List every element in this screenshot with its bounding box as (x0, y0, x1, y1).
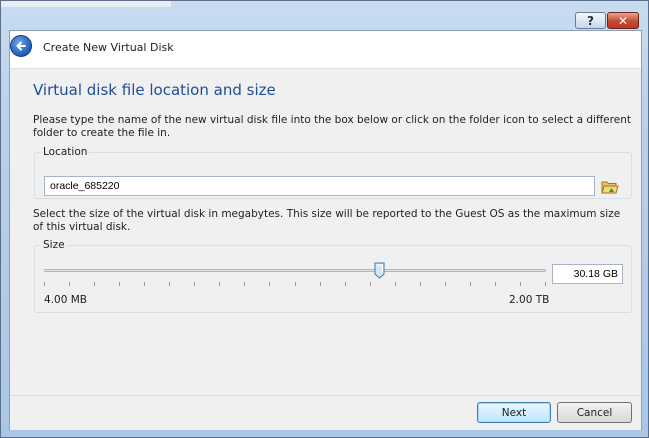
size-slider-thumb[interactable] (374, 262, 385, 279)
help-button[interactable]: ? (575, 12, 606, 29)
dialog-window: ? ✕ Create New Virtual Disk Virtual disk… (0, 0, 649, 438)
arrow-left-icon (16, 41, 26, 51)
slider-tick (69, 282, 70, 286)
location-group: Location (34, 146, 632, 199)
slider-tick (470, 282, 471, 286)
wizard-page: Virtual disk file location and size Plea… (10, 68, 641, 396)
location-input[interactable] (44, 176, 595, 196)
slider-tick (420, 282, 421, 286)
size-group: Size 4.00 MB 2.00 TB (34, 239, 632, 313)
slider-tick (370, 282, 371, 286)
back-button[interactable] (10, 35, 32, 57)
location-description: Please type the name of the new virtual … (33, 114, 631, 139)
size-input[interactable] (552, 264, 623, 284)
slider-tick (269, 282, 270, 286)
background-window-strip (1, 1, 171, 7)
size-description: Select the size of the virtual disk in m… (33, 208, 621, 233)
size-slider-ticks (44, 282, 546, 286)
slider-tick (520, 282, 521, 286)
slider-tick (219, 282, 220, 286)
slider-tick (320, 282, 321, 286)
slider-tick (295, 282, 296, 286)
slider-tick (244, 282, 245, 286)
next-button[interactable]: Next (477, 402, 551, 423)
slider-tick (545, 282, 546, 286)
size-max-label: 2.00 TB (509, 294, 550, 306)
slider-tick (94, 282, 95, 286)
wizard-header: Create New Virtual Disk (10, 31, 641, 68)
slider-tick (395, 282, 396, 286)
slider-tick (194, 282, 195, 286)
slider-tick (495, 282, 496, 286)
close-button[interactable]: ✕ (607, 12, 639, 29)
wizard-client-area: Create New Virtual Disk Virtual disk fil… (9, 30, 642, 430)
page-title: Virtual disk file location and size (33, 81, 276, 99)
size-slider-track[interactable] (44, 269, 546, 272)
size-min-label: 4.00 MB (44, 294, 87, 306)
slider-tick (119, 282, 120, 286)
slider-tick (445, 282, 446, 286)
slider-tick (144, 282, 145, 286)
size-group-label: Size (41, 239, 67, 251)
slider-tick (169, 282, 170, 286)
slider-tick (44, 282, 45, 286)
wizard-title: Create New Virtual Disk (43, 41, 174, 54)
folder-open-icon[interactable] (601, 179, 619, 195)
cancel-button[interactable]: Cancel (557, 402, 632, 423)
wizard-footer: Next Cancel (10, 395, 641, 430)
location-group-label: Location (41, 146, 90, 158)
slider-tick (345, 282, 346, 286)
